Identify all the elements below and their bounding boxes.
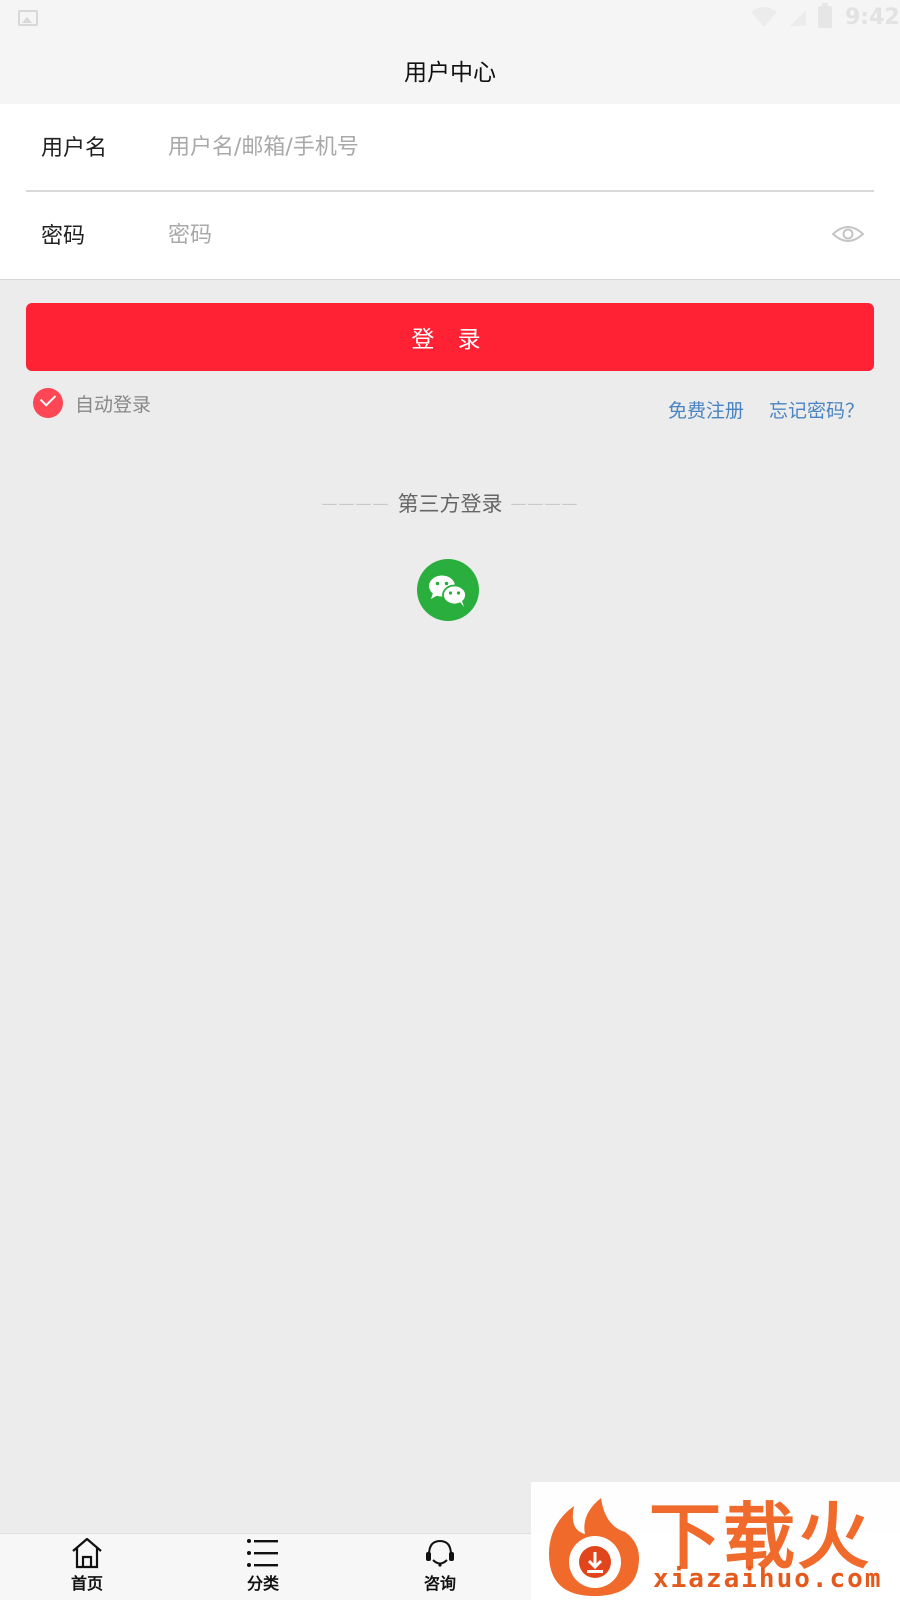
username-row: 用户名: [26, 104, 874, 192]
third-party-login-divider: ———— 第三方登录 ————: [310, 488, 590, 518]
wechat-login-button[interactable]: [417, 559, 479, 621]
divider-line-right: ————: [510, 493, 579, 513]
third-party-login-title: 第三方登录: [397, 492, 503, 516]
username-input[interactable]: [168, 126, 788, 168]
register-link[interactable]: 免费注册: [668, 396, 744, 423]
password-row: 密码: [26, 192, 874, 280]
battery-icon: [818, 3, 832, 28]
eye-icon[interactable]: [832, 222, 864, 246]
status-bar: 9:42: [0, 0, 900, 36]
fire-logo-icon: [549, 1498, 639, 1596]
login-form: 用户名 密码: [0, 104, 900, 280]
wechat-icon: [429, 575, 467, 607]
auto-login-checkbox[interactable]: 自动登录: [33, 388, 151, 418]
watermark-logo: 下载火 xiazaihuo.com: [531, 1482, 900, 1600]
nav-home-label: 首页: [70, 1574, 103, 1593]
username-label: 用户名: [41, 136, 108, 161]
status-time: 9:42: [845, 5, 900, 30]
divider-line-left: ————: [321, 493, 390, 513]
nav-consult-label: 咨询: [423, 1574, 456, 1593]
auto-login-label: 自动登录: [75, 393, 152, 416]
nav-home[interactable]: 首页: [27, 1534, 147, 1600]
nav-consult[interactable]: 咨询: [380, 1534, 500, 1600]
image-notification-icon: [18, 10, 38, 26]
wifi-icon: [751, 7, 777, 27]
nav-category-label: 分类: [246, 1574, 279, 1593]
login-button[interactable]: 登 录: [26, 303, 874, 371]
watermark-domain: xiazaihuo.com: [653, 1564, 883, 1594]
forgot-password-link[interactable]: 忘记密码？: [769, 396, 864, 423]
checkmark-icon[interactable]: [33, 388, 63, 418]
password-input[interactable]: [168, 214, 788, 256]
headset-icon: [426, 1539, 454, 1567]
header: 用户中心: [0, 36, 900, 104]
list-icon: [247, 1539, 278, 1567]
page-title: 用户中心: [404, 60, 496, 86]
nav-category[interactable]: 分类: [203, 1534, 323, 1600]
password-label: 密码: [41, 224, 86, 249]
home-icon: [72, 1537, 102, 1569]
signal-icon: [790, 10, 806, 26]
